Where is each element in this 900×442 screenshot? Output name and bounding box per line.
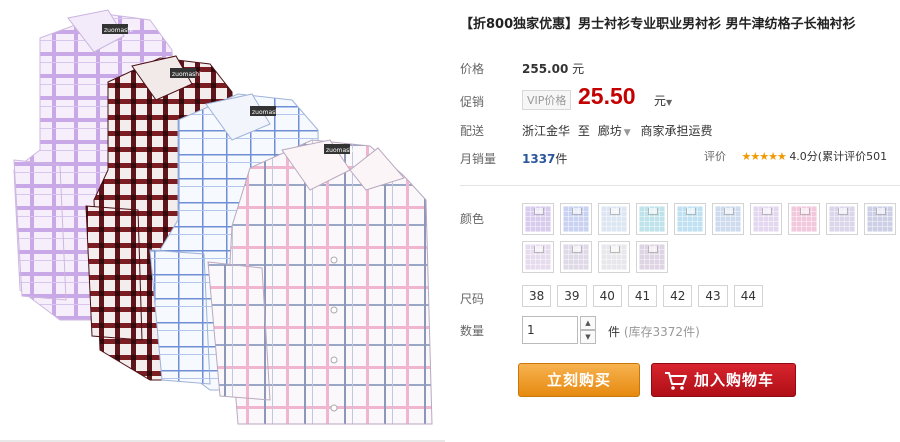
shirt-thumbnail-icon: [867, 206, 893, 232]
size-option-40[interactable]: 40: [592, 285, 622, 307]
color-swatch[interactable]: [636, 203, 668, 235]
chevron-down-icon: ▼: [666, 98, 673, 107]
product-info-panel: 【折800独家优惠】男士衬衫专业职业男衬衫 男牛津纺格子长袖衬衫 价格 255.…: [458, 0, 900, 442]
size-option-43[interactable]: 43: [698, 285, 728, 307]
promo-price-unit[interactable]: 元▼: [654, 92, 672, 109]
rating-score: 4.0分(累计评价501: [789, 150, 888, 163]
shirt-thumbnail-icon: [753, 206, 779, 232]
color-swatch[interactable]: [598, 241, 630, 273]
svg-text:zuomashi: zuomashi: [252, 109, 281, 116]
original-price: 255.00 元: [522, 60, 584, 77]
color-label: 颜色: [460, 212, 485, 226]
size-option-38[interactable]: 38: [522, 285, 552, 307]
color-swatch[interactable]: [674, 203, 706, 235]
shopping-cart-icon: [665, 372, 687, 390]
chevron-down-icon: ▼: [623, 128, 631, 138]
shirt-thumbnail-icon: [563, 206, 589, 232]
ship-to: 廊坊: [597, 124, 622, 138]
shirt-thumbnail-icon: [563, 244, 589, 270]
ship-destination-select[interactable]: 廊坊 ▼: [598, 124, 637, 138]
quantity-increase-icon[interactable]: ▲: [580, 316, 596, 330]
promo-price-value: 25.50: [578, 83, 636, 109]
sales-label: 月销量: [460, 152, 497, 166]
product-image[interactable]: zuomashi zuomashi zuomashi zuomashi: [0, 0, 445, 442]
rating-label: 评价: [704, 150, 726, 163]
sales-unit: 件: [555, 152, 568, 166]
size-option-39[interactable]: 39: [557, 285, 587, 307]
color-swatch[interactable]: [712, 203, 744, 235]
size-option-42[interactable]: 42: [663, 285, 693, 307]
ship-to-prefix: 至: [577, 124, 590, 138]
color-swatch[interactable]: [522, 241, 554, 273]
section-divider: [460, 185, 900, 186]
quantity-label: 数量: [460, 324, 485, 338]
color-swatch[interactable]: [636, 241, 668, 273]
color-swatch-list: [522, 203, 896, 273]
shirt-thumbnail-icon: [639, 244, 665, 270]
add-to-cart-label: 加入购物车: [694, 371, 775, 389]
buy-now-button[interactable]: 立刻购买: [518, 363, 640, 397]
shirt-thumbnail-icon: [601, 244, 627, 270]
ship-from: 浙江金华: [522, 124, 571, 138]
color-swatch[interactable]: [560, 241, 592, 273]
svg-text:zuomashi: zuomashi: [326, 147, 355, 154]
sales-count: 1337: [522, 152, 556, 166]
quantity-unit: 件 (库存3372件): [608, 323, 700, 340]
price-label: 价格: [460, 62, 485, 76]
shirt-thumbnail-icon: [829, 206, 855, 232]
shirt-thumbnail-icon: [791, 206, 817, 232]
size-option-41[interactable]: 41: [627, 285, 658, 307]
monthly-sales: 1337件: [522, 150, 567, 167]
quantity-unit-text: 件: [608, 325, 621, 339]
promo-unit-text: 元: [654, 94, 667, 108]
shirt-thumbnail-icon: [639, 206, 665, 232]
shirt-thumbnail-icon: [677, 206, 703, 232]
shipping-label: 配送: [460, 124, 485, 138]
shirt-thumbnail-icon: [525, 206, 551, 232]
size-label: 尺码: [460, 292, 485, 306]
color-swatch[interactable]: [522, 203, 554, 235]
shirt-thumbnail-icon: [525, 244, 551, 270]
color-swatch[interactable]: [560, 203, 592, 235]
svg-text:zuomashi: zuomashi: [172, 71, 201, 78]
size-option-44[interactable]: 44: [733, 285, 763, 307]
star-rating-icon: ★★★★★: [741, 150, 787, 163]
color-swatch[interactable]: [598, 203, 630, 235]
shirt-thumbnail-icon: [715, 206, 741, 232]
color-swatch[interactable]: [750, 203, 782, 235]
size-option-list: 38 39 40 41 42 43 44: [522, 285, 763, 307]
original-price-value: 255.00: [522, 62, 569, 76]
shipping-info: 浙江金华 至 廊坊 ▼ 商家承担运费: [522, 122, 712, 139]
color-swatch[interactable]: [826, 203, 858, 235]
quantity-input[interactable]: [522, 316, 578, 344]
color-swatch[interactable]: [864, 203, 896, 235]
stock-remaining: (库存3372件): [623, 325, 700, 339]
color-swatch[interactable]: [788, 203, 820, 235]
shirt-thumbnail-icon: [601, 206, 627, 232]
promo-label: 促销: [460, 95, 485, 109]
original-price-unit: 元: [572, 62, 585, 76]
rating-summary[interactable]: 评价 ★★★★★ 4.0分(累计评价501: [704, 148, 887, 164]
add-to-cart-button[interactable]: 加入购物车: [651, 363, 796, 397]
shirts-stack-image: zuomashi zuomashi zuomashi zuomashi: [13, 9, 433, 425]
svg-text:zuomashi: zuomashi: [104, 27, 133, 34]
product-title: 【折800独家优惠】男士衬衫专业职业男衬衫 男牛津纺格子长袖衬衫: [460, 17, 856, 32]
shipping-fee-note: 商家承担运费: [640, 124, 713, 138]
vip-price-badge: VIP价格: [522, 90, 572, 110]
quantity-decrease-icon[interactable]: ▼: [580, 330, 596, 344]
